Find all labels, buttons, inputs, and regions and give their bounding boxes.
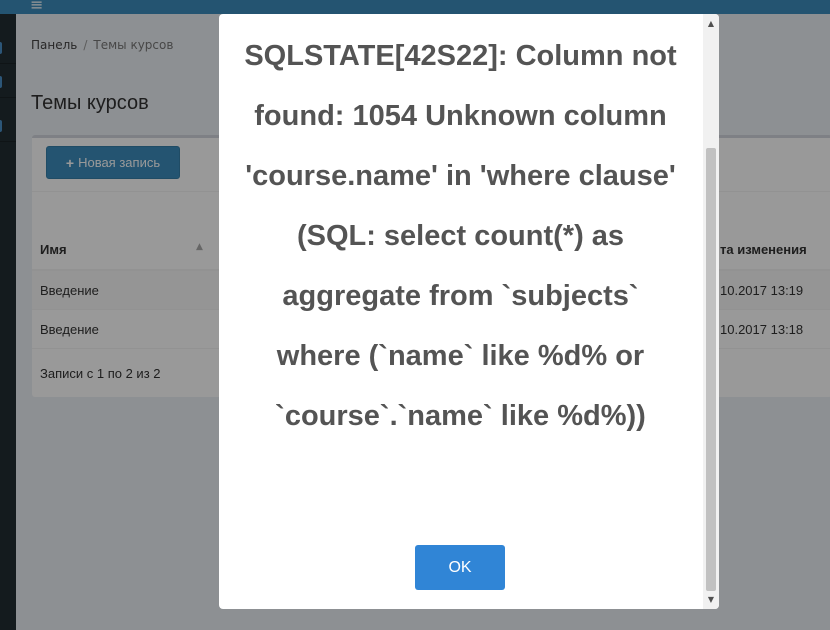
scroll-down-icon[interactable]: ▼ (703, 592, 719, 608)
scroll-up-icon[interactable]: ▲ (703, 16, 719, 32)
error-message: SQLSTATE[42S22]: Column not found: 1054 … (244, 40, 677, 432)
dialog-scrollbar[interactable]: ▲ ▼ (703, 14, 719, 609)
error-dialog: SQLSTATE[42S22]: Column not found: 1054 … (219, 14, 719, 609)
ok-button[interactable]: OK (415, 545, 505, 590)
scrollbar-thumb[interactable] (706, 148, 716, 591)
